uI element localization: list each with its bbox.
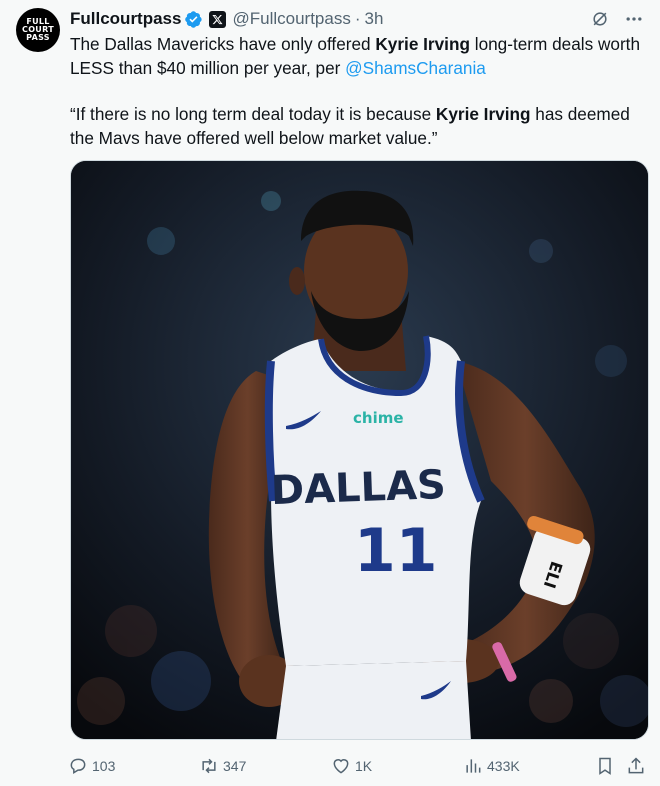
views-count: 433K — [487, 758, 520, 774]
tweet-paragraph-2: “If there is no long term deal today it … — [70, 103, 645, 150]
bold-run: Kyrie Irving — [435, 104, 531, 124]
author-handle[interactable]: @Fullcourtpass — [232, 9, 350, 29]
like-count: 1K — [355, 758, 373, 774]
repost-button[interactable]: 347 — [199, 752, 246, 780]
more-icon[interactable] — [624, 9, 644, 29]
tweet-photo[interactable]: ELI chime DALLAS 11 — [70, 160, 649, 740]
tweet-card[interactable]: FULL COURT PASS Fullcourtpass @Fullcourt… — [0, 0, 660, 786]
x-premium-icon — [209, 10, 227, 28]
grok-icon[interactable] — [590, 9, 610, 29]
player-photo: ELI chime DALLAS 11 — [71, 161, 648, 739]
repost-icon — [202, 758, 216, 774]
header-actions — [590, 8, 644, 30]
text-run: The Dallas Mavericks have only offered — [70, 34, 376, 54]
avatar-line: PASS — [26, 33, 50, 42]
tweet-text: The Dallas Mavericks have only offered K… — [70, 33, 645, 150]
text-run: “If there is no long term deal today it … — [70, 104, 436, 124]
like-icon — [333, 759, 349, 774]
jersey-number: 11 — [354, 516, 438, 586]
like-button[interactable]: 1K — [331, 752, 372, 780]
verified-badge-icon — [185, 10, 203, 28]
reply-button[interactable]: 103 — [68, 752, 115, 780]
jersey-sponsor: chime — [353, 409, 404, 427]
views-icon — [466, 759, 481, 773]
author-name[interactable]: Fullcourtpass — [70, 9, 181, 29]
timestamp[interactable]: 3h — [365, 9, 384, 29]
bookmark-icon — [599, 757, 611, 775]
share-icon — [628, 757, 644, 774]
share-button[interactable] — [626, 752, 646, 780]
bold-run: Kyrie Irving — [375, 34, 470, 54]
tweet-header: Fullcourtpass @Fullcourtpass · 3h — [70, 8, 644, 30]
views-button[interactable]: 433K — [463, 752, 520, 780]
bookmark-button[interactable] — [595, 752, 615, 780]
avatar[interactable]: FULL COURT PASS — [16, 8, 60, 52]
action-bar: 103 347 1K 433K — [68, 752, 650, 780]
reply-count: 103 — [92, 758, 116, 774]
repost-count: 347 — [223, 758, 247, 774]
reply-icon — [70, 758, 86, 774]
separator-dot: · — [354, 9, 361, 28]
jersey-team: DALLAS — [270, 462, 446, 514]
tweet-paragraph-1: The Dallas Mavericks have only offered K… — [70, 33, 645, 80]
mention-link[interactable]: @ShamsCharania — [345, 58, 486, 78]
